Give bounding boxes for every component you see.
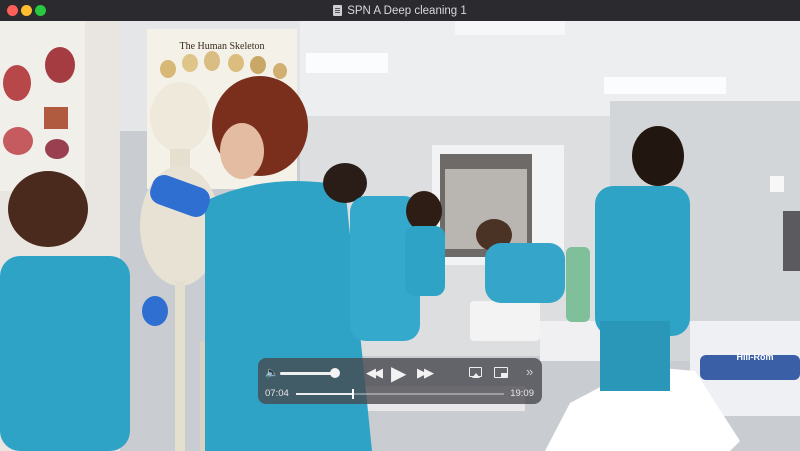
- fast-forward-icon[interactable]: ▶▶: [417, 365, 434, 381]
- play-icon[interactable]: ▶: [391, 361, 406, 386]
- scrubber-playhead[interactable]: [352, 389, 354, 399]
- time-remaining: 19:09: [510, 388, 534, 399]
- time-elapsed: 07:04: [265, 388, 289, 399]
- document-icon: [333, 5, 343, 16]
- person-scrubs: [0, 256, 130, 451]
- person-scrubs: [205, 181, 372, 451]
- ceiling-light: [604, 77, 726, 94]
- video-frame[interactable]: The Human Skeleton Hill-Rom 🔈 ◀◀ ▶ ▶▶ » …: [0, 21, 800, 451]
- chair: [566, 247, 590, 322]
- monitor-device: [470, 301, 540, 341]
- window-title-group: SPN A Deep cleaning 1: [333, 5, 467, 17]
- airplay-icon[interactable]: [469, 367, 482, 378]
- speaker-icon[interactable]: 🔈: [265, 366, 279, 379]
- fullscreen-window-button[interactable]: [35, 5, 46, 16]
- ceiling-light: [306, 53, 388, 73]
- picture-in-picture-icon[interactable]: [494, 367, 508, 378]
- minimize-window-button[interactable]: [21, 5, 32, 16]
- volume-level: [280, 372, 335, 375]
- bed-brand-label: Hill-Rom: [737, 352, 774, 362]
- rewind-icon[interactable]: ◀◀: [366, 365, 383, 381]
- scrubber-progress: [296, 393, 352, 395]
- skeleton-poster-title: The Human Skeleton: [180, 41, 265, 52]
- window-title: SPN A Deep cleaning 1: [347, 4, 467, 17]
- skeleton-model: [150, 82, 210, 152]
- chevrons-right-icon[interactable]: »: [526, 364, 533, 379]
- anatomy-poster: [0, 21, 85, 191]
- close-window-button[interactable]: [7, 5, 18, 16]
- volume-knob[interactable]: [330, 368, 340, 378]
- playback-controls[interactable]: 🔈 ◀◀ ▶ ▶▶ » 07:04 19:09: [258, 358, 542, 404]
- quicktime-window: SPN A Deep cleaning 1 The Human Skeleton…: [0, 0, 800, 451]
- glove: [142, 296, 168, 326]
- person-scrubs: [485, 243, 565, 303]
- person-scrubs: [595, 186, 690, 336]
- title-bar[interactable]: SPN A Deep cleaning 1: [0, 0, 800, 21]
